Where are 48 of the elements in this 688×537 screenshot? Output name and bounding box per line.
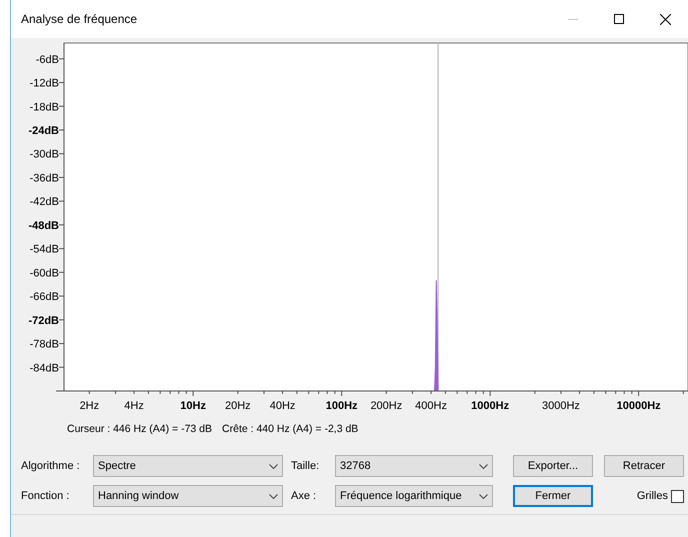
axis-label: 4Hz (124, 400, 144, 412)
dialog-button[interactable]: Fermer (513, 485, 593, 507)
axis-label: -72dB (28, 314, 59, 327)
cursor-readout: Curseur : 446 Hz (A4) = -73 dB (67, 423, 212, 435)
dropdown[interactable]: 32768 (335, 455, 493, 477)
close-icon (660, 14, 670, 24)
field-label: Axe : (291, 490, 318, 502)
dropdown[interactable]: Hanning window (93, 485, 283, 507)
axis-label: -78dB (30, 338, 59, 351)
window-title: Analyse de fréquence (21, 12, 138, 26)
minimize-icon (568, 18, 578, 20)
axis-label: -42dB (30, 196, 59, 208)
caret-icon (479, 494, 488, 498)
dialog-button[interactable]: Retracer (604, 455, 684, 477)
axis-label: 10000Hz (616, 400, 661, 412)
maximize-icon (614, 14, 624, 24)
peak-readout: Crête : 440 Hz (A4) = -2,3 dB (222, 423, 358, 435)
dropdown[interactable]: Spectre (93, 455, 283, 477)
axis-label: -6dB (36, 54, 59, 66)
axis-label: 2Hz (80, 400, 100, 412)
caret-icon (269, 494, 278, 498)
axis-label: -60dB (30, 267, 59, 280)
axis-label: -66dB (30, 291, 59, 304)
axis-label: 1000Hz (471, 400, 510, 412)
axis-label: 200Hz (370, 400, 402, 412)
dialog-button[interactable]: Exporter... (513, 455, 593, 477)
axis-label: 10Hz (180, 400, 206, 412)
axis-label: -24dB (28, 125, 59, 137)
axis-label: -12dB (30, 78, 59, 90)
checkbox-label: Grilles (636, 490, 668, 502)
axis-label: -48dB (28, 220, 59, 232)
axis-label: 100Hz (326, 400, 358, 412)
axis-label: -36dB (30, 172, 59, 184)
caret-icon (479, 464, 488, 468)
field-label: Fonction : (21, 490, 70, 502)
axis-label: -84dB (30, 362, 59, 374)
caret-icon (269, 464, 278, 468)
field-label: Algorithme : (21, 460, 81, 472)
axis-label: 40Hz (270, 400, 296, 412)
axis-label: 3000Hz (542, 400, 580, 412)
dropdown[interactable]: Fréquence logarithmique (335, 485, 493, 507)
axis-label: 400Hz (415, 400, 447, 412)
axis-label: -54dB (30, 244, 59, 256)
checkbox[interactable] (671, 490, 684, 502)
field-label: Taille: (291, 460, 320, 472)
axis-label: -18dB (30, 101, 59, 114)
axis-label: 20Hz (225, 400, 251, 412)
axis-label: -30dB (30, 148, 59, 161)
